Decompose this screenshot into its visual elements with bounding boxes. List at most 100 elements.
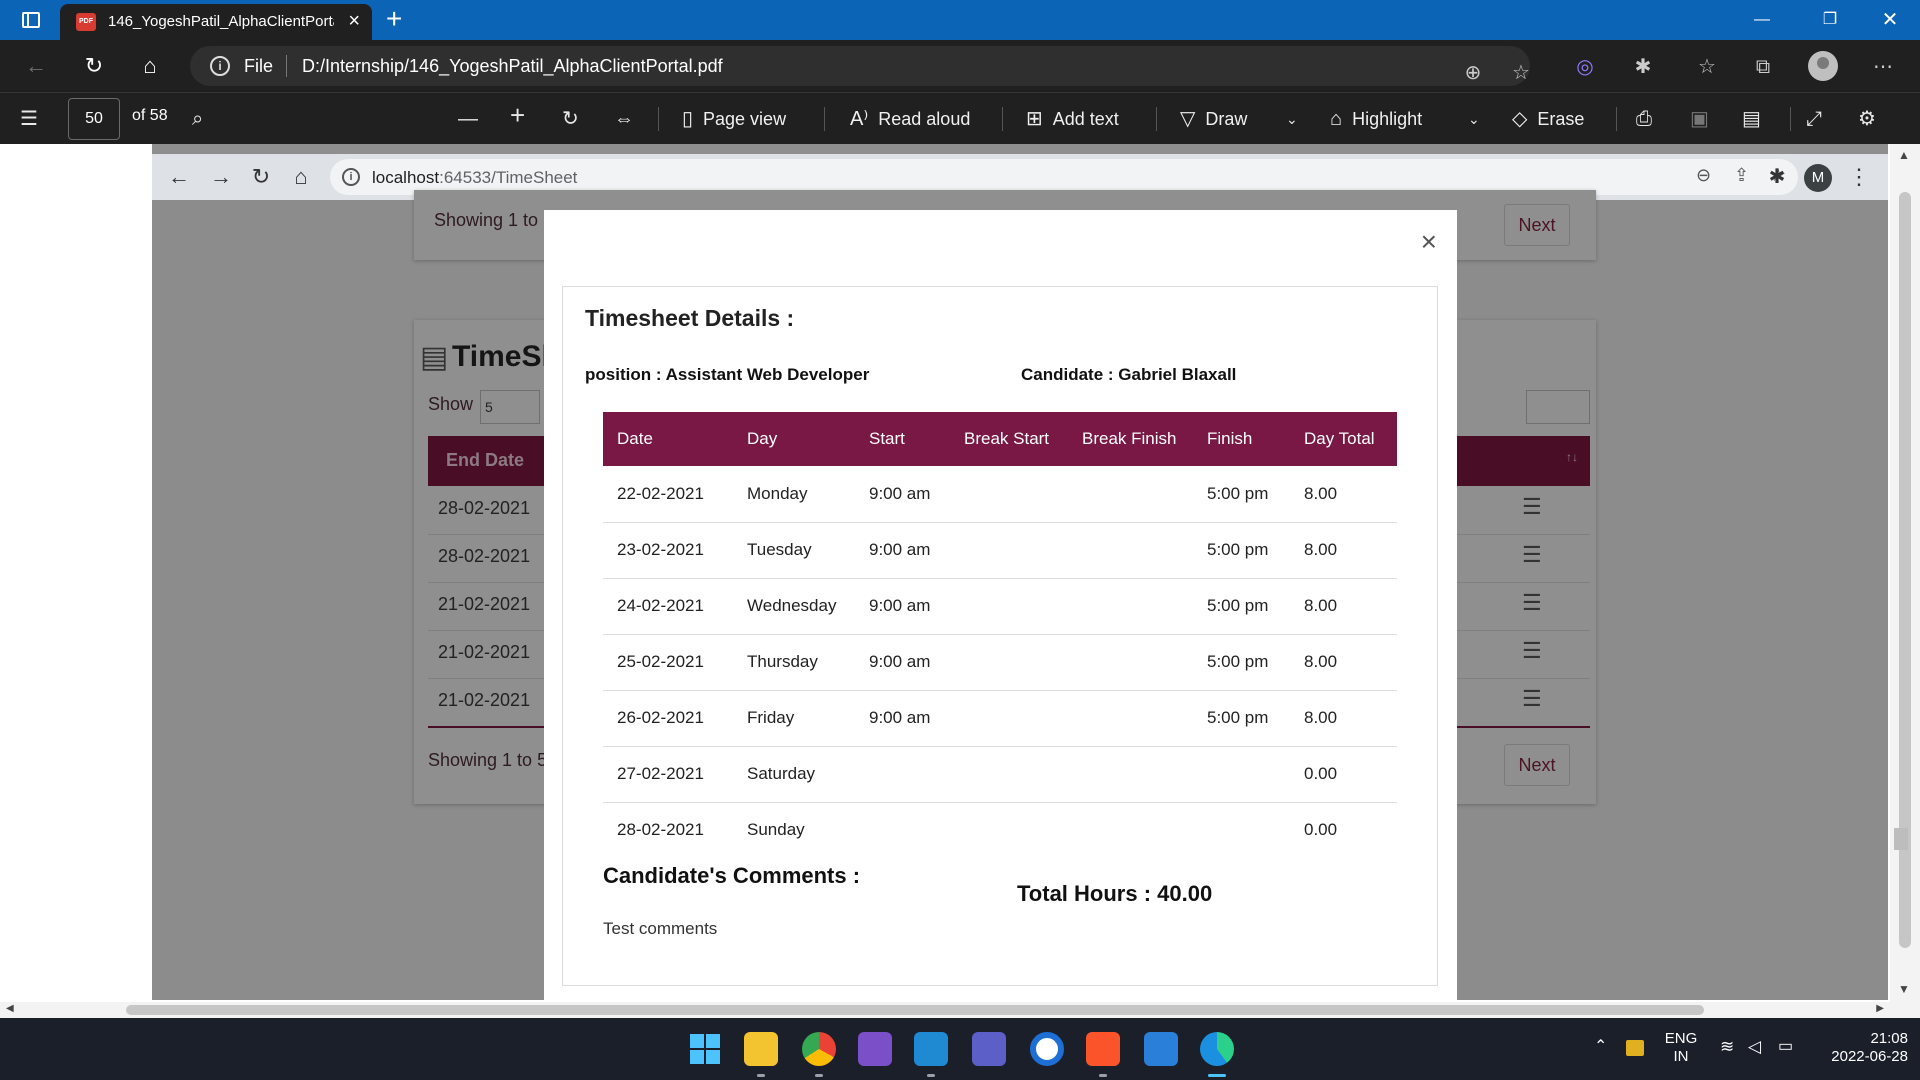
highlight-button[interactable]: ⌂ Highlight	[1330, 105, 1422, 133]
scroll-up-arrow-icon[interactable]: ▲	[1898, 148, 1910, 162]
add-favorite-icon[interactable]: ☆	[1504, 56, 1538, 90]
favorites-icon[interactable]: ☆	[1690, 50, 1724, 84]
extensions-icon[interactable]: ✱	[1626, 50, 1660, 84]
address-field[interactable]: i File D:/Internship/146_YogeshPatil_Alp…	[190, 46, 1530, 86]
photos-icon[interactable]	[1144, 1032, 1178, 1066]
find-search-icon[interactable]: ⌕	[192, 105, 203, 133]
table-row: 23-02-2021 Tuesday 9:00 am 5:00 pm 8.00	[603, 521, 1397, 578]
teams-icon[interactable]	[972, 1032, 1006, 1066]
visual-studio-icon[interactable]	[858, 1032, 892, 1066]
zoom-in-icon[interactable]: +	[510, 101, 525, 129]
draw-icon: ▽	[1180, 108, 1196, 130]
modal-title: Timesheet Details :	[585, 305, 795, 331]
screenshot-home-icon: ⌂	[294, 164, 308, 189]
day-total-cell: 8.00	[1290, 577, 1397, 634]
minimize-button[interactable]: —	[1738, 0, 1786, 40]
word-icon[interactable]	[1030, 1032, 1064, 1066]
restore-button[interactable]: ❐	[1806, 0, 1854, 40]
settings-more-icon[interactable]: ⋯	[1866, 50, 1900, 84]
page-view-icon: ▯	[682, 108, 694, 130]
horizontal-scrollbar[interactable]: ◀ ▶	[0, 1002, 1890, 1018]
browser-tab[interactable]: PDF 146_YogeshPatil_AlphaClientPortal.pd…	[60, 4, 372, 40]
day-cell: Sunday	[733, 801, 855, 858]
end-date-cell: 21-02-2021	[438, 690, 531, 710]
page-view-button[interactable]: ▯ Page view	[682, 105, 786, 133]
save-as-icon[interactable]: ▤	[1742, 105, 1761, 133]
browser-titlebar: PDF 146_YogeshPatil_AlphaClientPortal.pd…	[0, 0, 1920, 40]
table-row: 22-02-2021 Monday 9:00 am 5:00 pm 8.00	[603, 466, 1397, 522]
back-button[interactable]: ←	[20, 50, 52, 82]
copilot-icon[interactable]: ◎	[1568, 50, 1602, 84]
fit-page-icon[interactable]: ⇔	[614, 105, 634, 133]
comments-title: Candidate's Comments :	[603, 863, 861, 888]
contents-list-icon[interactable]: ☰	[20, 105, 38, 133]
scroll-down-arrow-icon[interactable]: ▼	[1898, 982, 1910, 996]
screenshot-forward-icon: →	[210, 164, 232, 189]
tab-title: 146_YogeshPatil_AlphaClientPortal.pdf	[108, 13, 334, 30]
finish-cell: 5:00 pm	[1193, 689, 1290, 746]
date-cell: 28-02-2021	[603, 801, 733, 858]
position-label: position : Assistant Web Developer	[585, 365, 870, 384]
start-cell: 9:00 am	[855, 633, 950, 690]
address-url[interactable]: D:/Internship/146_YogeshPatil_AlphaClien…	[302, 56, 723, 77]
zoom-out-icon[interactable]: —	[458, 105, 478, 133]
table-header-row: Date Day Start Break Start Break Finish …	[603, 412, 1397, 466]
scroll-right-arrow-icon[interactable]: ▶	[1876, 1003, 1884, 1014]
app-running-indicator	[1099, 1074, 1107, 1077]
file-explorer-icon[interactable]	[744, 1032, 778, 1066]
pdf-settings-icon[interactable]: ⚙	[1858, 105, 1876, 133]
read-aloud-button[interactable]: A⁾ Read aloud	[850, 105, 970, 133]
column-header: Break Start	[950, 412, 1068, 466]
fullscreen-icon[interactable]: ⤢	[1806, 105, 1822, 133]
profile-avatar[interactable]	[1808, 51, 1838, 81]
print-icon[interactable]: ⎙	[1636, 105, 1652, 133]
break-finish-cell	[1068, 801, 1193, 858]
erase-button[interactable]: ◇ Erase	[1512, 105, 1584, 133]
day-total-cell: 0.00	[1290, 801, 1397, 858]
toolbar-divider	[1002, 107, 1003, 131]
column-header: Finish	[1193, 412, 1290, 466]
volume-icon[interactable]: ◁	[1748, 1038, 1761, 1056]
vscode-icon[interactable]	[914, 1032, 948, 1066]
page-number-input[interactable]: 50	[68, 98, 120, 140]
site-info-icon[interactable]: i	[210, 56, 230, 76]
battery-icon[interactable]: ▭	[1778, 1038, 1793, 1056]
windows-taskbar: ⌃ ENG IN ≋ ◁ ▭ 21:08 2022-06-28	[0, 1018, 1920, 1080]
pdf-document-area: ← → ↻ ⌂ i localhost:64533/TimeSheet ⊖ ⇪ …	[0, 144, 1920, 1018]
vertical-scrollbar[interactable]: ▲ ▼	[1890, 144, 1920, 1018]
finish-cell: 5:00 pm	[1193, 521, 1290, 578]
new-tab-button[interactable]: +	[386, 4, 402, 34]
refresh-button[interactable]: ↻	[78, 50, 110, 82]
home-button[interactable]: ⌂	[134, 50, 166, 82]
address-divider	[286, 55, 287, 77]
highlight-chevron-down-icon[interactable]: ⌄	[1468, 105, 1480, 133]
draw-button[interactable]: ▽ Draw	[1180, 105, 1247, 133]
showing-entries-top: Showing 1 to 5	[434, 210, 554, 230]
chrome-icon[interactable]	[802, 1032, 836, 1066]
rotate-icon[interactable]: ↻	[562, 105, 579, 133]
timesheet-details-modal: × Timesheet Details : position : Assista…	[544, 210, 1457, 1000]
horizontal-scroll-thumb[interactable]	[126, 1005, 1704, 1015]
brave-icon[interactable]	[1086, 1032, 1120, 1066]
edge-icon[interactable]	[1200, 1032, 1234, 1066]
app-running-indicator	[757, 1074, 765, 1077]
show-hidden-icons-chevron-icon[interactable]: ⌃	[1594, 1038, 1607, 1056]
tray-app-icon[interactable]	[1626, 1040, 1644, 1056]
collections-icon[interactable]: ⧉	[1746, 50, 1780, 84]
tab-actions-icon[interactable]	[22, 12, 40, 28]
draw-chevron-down-icon[interactable]: ⌄	[1286, 105, 1298, 133]
wifi-icon[interactable]: ≋	[1720, 1038, 1734, 1056]
scroll-left-arrow-icon[interactable]: ◀	[6, 1003, 14, 1014]
screenshot-reload-icon: ↻	[251, 164, 271, 189]
view-details-icon: ☰	[1522, 686, 1542, 711]
zoom-icon[interactable]: ⊕	[1456, 56, 1490, 90]
save-icon[interactable]: ▣	[1690, 105, 1709, 133]
add-text-button[interactable]: ⊞ Add text	[1026, 105, 1119, 133]
start-icon[interactable]	[688, 1032, 722, 1066]
close-window-button[interactable]: ✕	[1866, 0, 1914, 40]
day-cell: Monday	[747, 483, 808, 503]
language-indicator[interactable]: ENG IN	[1664, 1030, 1698, 1066]
view-details-icon: ☰	[1522, 542, 1542, 567]
clock[interactable]: 21:08 2022-06-28	[1810, 1030, 1908, 1066]
tab-close-icon[interactable]: ×	[348, 10, 360, 32]
